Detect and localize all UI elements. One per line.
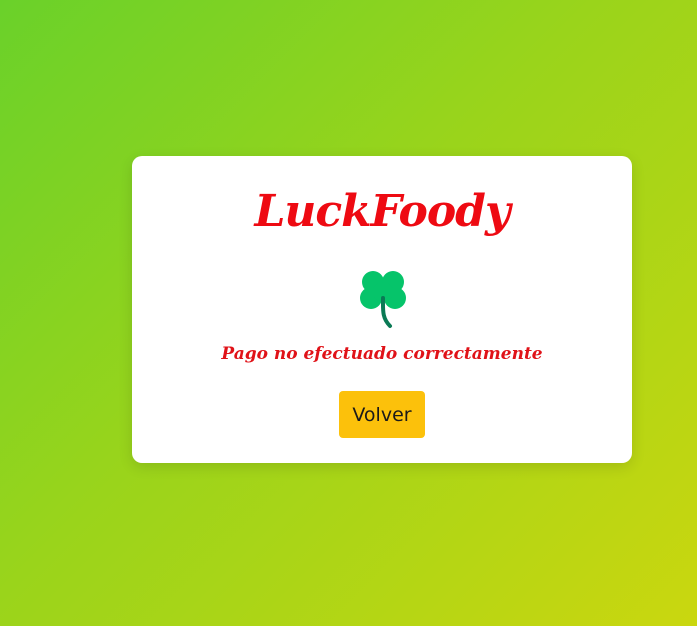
back-button[interactable]: Volver xyxy=(339,391,425,438)
brand-logo-text: LuckFoody xyxy=(254,186,510,237)
four-leaf-clover-icon xyxy=(356,268,410,330)
payment-status-card: LuckFoody Pago no efectuado correctament… xyxy=(132,156,632,463)
payment-error-message: Pago no efectuado correctamente xyxy=(221,344,543,364)
